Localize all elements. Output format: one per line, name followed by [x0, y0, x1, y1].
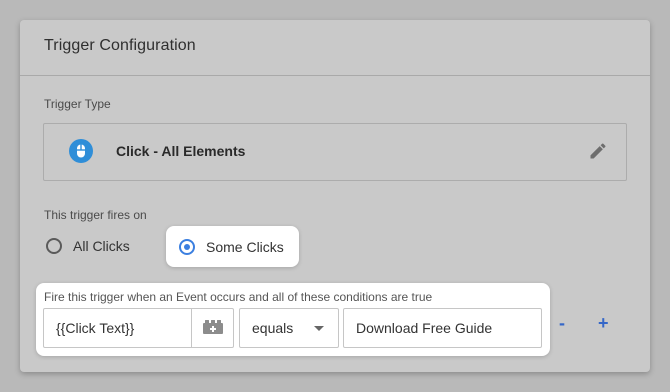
radio-all-clicks-circle[interactable]: [46, 238, 62, 254]
radio-some-clicks-label: Some Clicks: [206, 238, 284, 255]
radio-some-clicks[interactable]: Some Clicks: [166, 226, 299, 267]
condition-variable-field[interactable]: {{Click Text}}: [43, 308, 234, 348]
pencil-icon[interactable]: [588, 141, 608, 161]
condition-operator-select[interactable]: equals: [239, 308, 339, 348]
trigger-type-name: Click - All Elements: [116, 143, 246, 159]
fires-on-label: This trigger fires on: [44, 208, 147, 222]
mouse-icon: [69, 139, 93, 163]
chevron-down-icon: [314, 326, 324, 331]
conditions-description: Fire this trigger when an Event occurs a…: [44, 290, 433, 304]
trigger-type-label: Trigger Type: [44, 97, 111, 111]
condition-value-text: Download Free Guide: [356, 320, 493, 336]
conditions-panel: Fire this trigger when an Event occurs a…: [36, 283, 550, 356]
remove-condition-button[interactable]: -: [559, 314, 565, 332]
radio-all-clicks[interactable]: All Clicks: [46, 238, 130, 254]
condition-value-input[interactable]: Download Free Guide: [343, 308, 542, 348]
building-block-icon: [202, 319, 224, 338]
trigger-configuration-card: Trigger Configuration Trigger Type Click…: [20, 20, 650, 372]
radio-all-clicks-label: All Clicks: [73, 238, 130, 254]
variable-picker-button[interactable]: [191, 309, 233, 347]
condition-operator-value: equals: [252, 320, 294, 336]
page-backdrop: Trigger Configuration Trigger Type Click…: [0, 0, 670, 392]
add-condition-button[interactable]: +: [598, 314, 609, 332]
trigger-type-selector[interactable]: Click - All Elements: [43, 123, 627, 181]
radio-some-clicks-circle[interactable]: [179, 238, 195, 255]
card-title: Trigger Configuration: [44, 37, 196, 54]
condition-variable-value: {{Click Text}}: [56, 320, 135, 336]
title-divider: [20, 75, 650, 76]
